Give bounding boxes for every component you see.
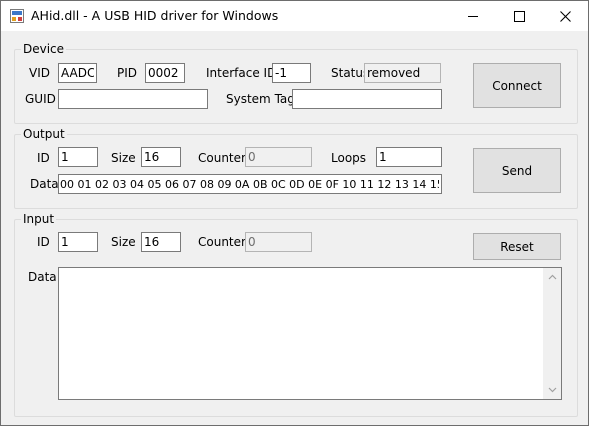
close-icon xyxy=(559,10,571,22)
guid-field[interactable] xyxy=(58,89,208,109)
maximize-icon xyxy=(513,10,525,22)
connect-button[interactable]: Connect xyxy=(473,63,561,108)
scroll-down-arrow-icon[interactable] xyxy=(548,385,557,394)
input-data-textarea[interactable] xyxy=(58,267,562,400)
input-counter-field xyxy=(245,232,312,252)
interface-id-field[interactable] xyxy=(272,63,311,83)
input-counter-label: Counter xyxy=(198,235,246,249)
output-data-field[interactable] xyxy=(58,174,442,194)
vid-label: VID xyxy=(29,66,50,80)
title-bar: AHid.dll - A USB HID driver for Windows xyxy=(1,1,588,31)
input-size-label: Size xyxy=(111,235,136,249)
status-field xyxy=(364,63,441,83)
output-size-field[interactable] xyxy=(141,147,181,167)
system-tag-field[interactable] xyxy=(292,89,442,109)
input-legend: Input xyxy=(21,212,57,226)
vertical-scrollbar[interactable] xyxy=(543,268,561,399)
system-tag-label: System Tag xyxy=(226,92,295,106)
pid-field[interactable] xyxy=(145,63,185,83)
loops-label: Loops xyxy=(331,151,367,165)
input-id-label: ID xyxy=(37,235,50,249)
window-title: AHid.dll - A USB HID driver for Windows xyxy=(31,8,279,23)
send-button[interactable]: Send xyxy=(473,148,561,193)
device-legend: Device xyxy=(21,42,67,56)
vid-field[interactable] xyxy=(58,63,97,83)
interface-id-label: Interface ID xyxy=(206,66,277,80)
output-counter-field xyxy=(245,147,312,167)
output-counter-label: Counter xyxy=(198,151,246,165)
scroll-up-arrow-icon[interactable] xyxy=(548,273,557,282)
output-id-label: ID xyxy=(37,151,50,165)
app-window: AHid.dll - A USB HID driver for Windows … xyxy=(0,0,589,426)
reset-button[interactable]: Reset xyxy=(473,233,561,260)
input-size-field[interactable] xyxy=(141,232,181,252)
input-data-label: Data xyxy=(28,270,57,284)
minimize-icon xyxy=(467,15,478,17)
guid-label: GUID xyxy=(25,92,56,106)
output-size-label: Size xyxy=(111,151,136,165)
loops-field[interactable] xyxy=(376,147,442,167)
maximize-button[interactable] xyxy=(496,1,542,31)
input-id-field[interactable] xyxy=(58,232,98,252)
close-button[interactable] xyxy=(542,1,588,31)
output-data-label: Data xyxy=(30,177,59,191)
app-icon xyxy=(10,9,24,23)
output-legend: Output xyxy=(21,127,67,141)
minimize-button[interactable] xyxy=(450,1,496,31)
output-id-field[interactable] xyxy=(58,147,98,167)
pid-label: PID xyxy=(117,66,138,80)
